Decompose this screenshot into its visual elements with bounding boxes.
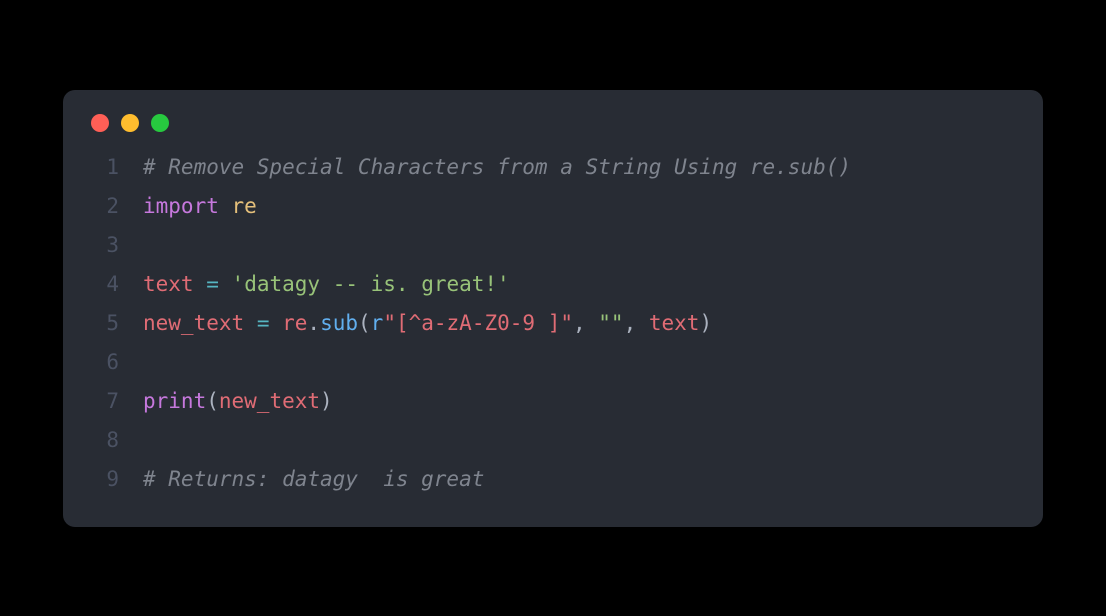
- code-line: 3: [91, 226, 1015, 265]
- code-line: 4 text = 'datagy -- is. great!': [91, 265, 1015, 304]
- code-editor-window: 1 # Remove Special Characters from a Str…: [63, 90, 1043, 527]
- code-line: 1 # Remove Special Characters from a Str…: [91, 148, 1015, 187]
- code-line: 6: [91, 343, 1015, 382]
- line-number: 9: [91, 460, 119, 499]
- line-number: 6: [91, 343, 119, 382]
- line-number: 4: [91, 265, 119, 304]
- code-content: new_text = re.sub(r"[^a-zA-Z0-9 ]", "", …: [143, 304, 712, 343]
- window-controls: [63, 114, 1043, 148]
- line-number: 2: [91, 187, 119, 226]
- code-line: 2 import re: [91, 187, 1015, 226]
- code-line: 8: [91, 421, 1015, 460]
- line-number: 3: [91, 226, 119, 265]
- maximize-icon[interactable]: [151, 114, 169, 132]
- code-content: import re: [143, 187, 257, 226]
- minimize-icon[interactable]: [121, 114, 139, 132]
- code-content: print(new_text): [143, 382, 333, 421]
- code-content: text = 'datagy -- is. great!': [143, 265, 510, 304]
- code-line: 9 # Returns: datagy is great: [91, 460, 1015, 499]
- code-content: # Returns: datagy is great: [143, 460, 484, 499]
- close-icon[interactable]: [91, 114, 109, 132]
- code-line: 7 print(new_text): [91, 382, 1015, 421]
- line-number: 7: [91, 382, 119, 421]
- code-area: 1 # Remove Special Characters from a Str…: [63, 148, 1043, 499]
- code-content: # Remove Special Characters from a Strin…: [143, 148, 851, 187]
- line-number: 5: [91, 304, 119, 343]
- line-number: 8: [91, 421, 119, 460]
- code-line: 5 new_text = re.sub(r"[^a-zA-Z0-9 ]", ""…: [91, 304, 1015, 343]
- line-number: 1: [91, 148, 119, 187]
